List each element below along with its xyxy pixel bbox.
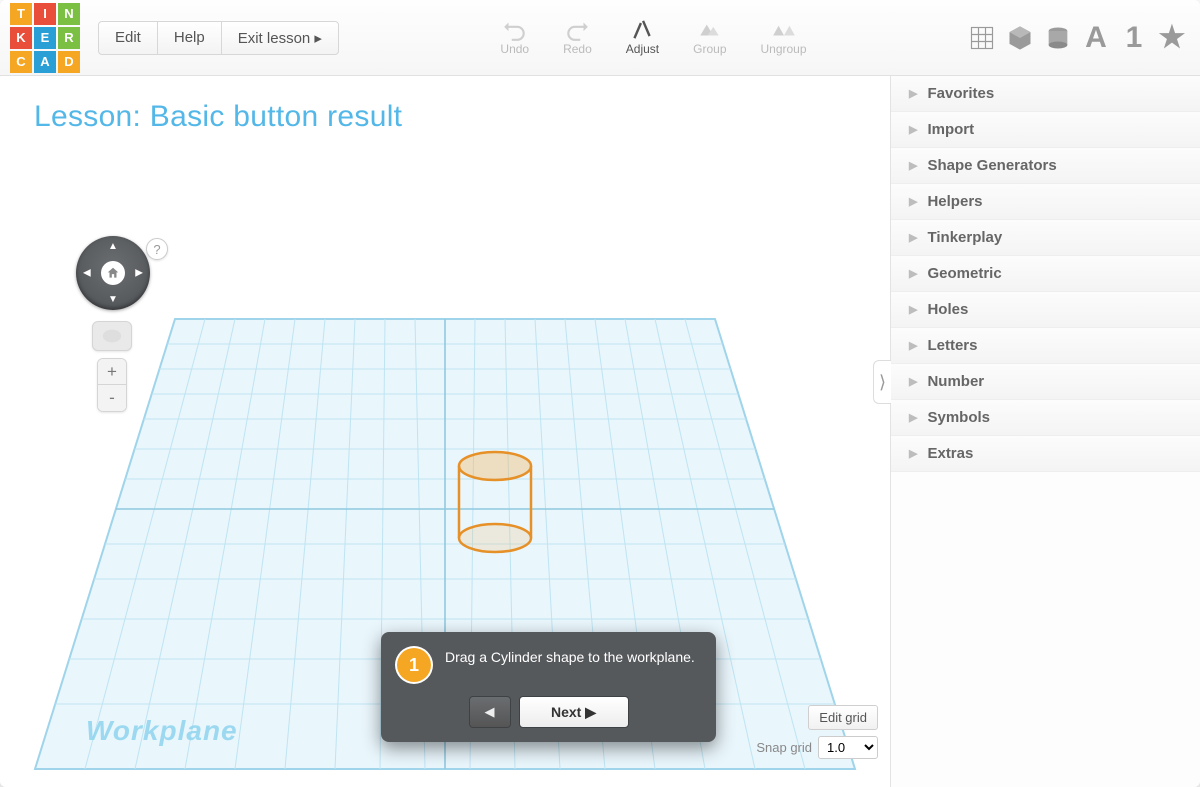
- logo-letter: T: [10, 3, 32, 25]
- shape-panel: ⟩ ▶Favorites▶Import▶Shape Generators▶Hel…: [890, 76, 1200, 787]
- orbit-navigator[interactable]: ▲ ▼ ◀ ▶: [76, 236, 150, 310]
- category-label: Favorites: [927, 85, 994, 102]
- category-letters[interactable]: ▶ Letters: [891, 328, 1200, 364]
- cube-tool-icon[interactable]: [1006, 24, 1034, 52]
- top-toolbar: T I N K E R C A D Edit Help Exit lesson …: [0, 0, 1200, 76]
- category-extras[interactable]: ▶ Extras: [891, 436, 1200, 472]
- home-view-button[interactable]: [101, 261, 125, 285]
- snap-grid-select[interactable]: 1.0: [818, 736, 878, 759]
- undo-icon: [502, 16, 528, 42]
- category-tinkerplay[interactable]: ▶ Tinkerplay: [891, 220, 1200, 256]
- expand-icon: ▶: [909, 195, 917, 208]
- redo-icon: [564, 16, 590, 42]
- logo-letter: C: [10, 51, 32, 73]
- tinkercad-logo[interactable]: T I N K E R C A D: [10, 3, 80, 73]
- tutorial-prev-button[interactable]: ◀: [469, 696, 511, 728]
- orbit-left-icon[interactable]: ◀: [83, 268, 91, 279]
- edit-menu-button[interactable]: Edit: [98, 21, 158, 55]
- expand-icon: ▶: [909, 87, 917, 100]
- logo-letter: N: [58, 3, 80, 25]
- category-number[interactable]: ▶ Number: [891, 364, 1200, 400]
- orbit-up-icon[interactable]: ▲: [108, 241, 118, 252]
- category-label: Geometric: [927, 265, 1001, 282]
- lesson-title: Lesson: Basic button result: [0, 76, 890, 134]
- logo-letter: A: [34, 51, 56, 73]
- workplane-label: Workplane: [86, 715, 238, 747]
- tutorial-next-button[interactable]: Next ▶: [519, 696, 629, 728]
- adjust-button[interactable]: Adjust: [626, 16, 659, 56]
- panel-collapse-button[interactable]: ⟩: [873, 360, 891, 404]
- expand-icon: ▶: [909, 267, 917, 280]
- tutorial-popup: 1 Drag a Cylinder shape to the workplane…: [381, 632, 716, 742]
- center-tools: Undo Redo Adjust Group Ungroup: [500, 16, 806, 60]
- category-label: Shape Generators: [927, 157, 1056, 174]
- undo-button[interactable]: Undo: [500, 16, 529, 56]
- orbit-right-icon[interactable]: ▶: [135, 268, 143, 279]
- category-holes[interactable]: ▶ Holes: [891, 292, 1200, 328]
- logo-letter: K: [10, 27, 32, 49]
- expand-icon: ▶: [909, 339, 917, 352]
- cylinder-tool-icon[interactable]: [1044, 24, 1072, 52]
- adjust-label: Adjust: [626, 42, 659, 56]
- expand-icon: ▶: [909, 303, 917, 316]
- undo-label: Undo: [500, 42, 529, 56]
- expand-icon: ▶: [909, 231, 917, 244]
- ungroup-label: Ungroup: [761, 42, 807, 56]
- expand-icon: ▶: [909, 123, 917, 136]
- category-label: Letters: [927, 337, 977, 354]
- category-list: ▶ Favorites ▶ Import ▶ Shape Generators ▶ Helpe…: [891, 76, 1200, 472]
- main-menu: Edit Help Exit lesson ▸: [98, 21, 339, 55]
- cylinder-shape[interactable]: [455, 450, 535, 558]
- home-icon: [106, 266, 120, 280]
- ungroup-icon: [771, 16, 797, 42]
- expand-icon: ▶: [909, 375, 917, 388]
- star-tool-icon[interactable]: ★: [1158, 24, 1186, 52]
- category-label: Symbols: [927, 409, 990, 426]
- logo-letter: D: [58, 51, 80, 73]
- workplane-tool-icon[interactable]: [968, 24, 996, 52]
- category-helpers[interactable]: ▶ Helpers: [891, 184, 1200, 220]
- main-area: Lesson: Basic button result ? ▲ ▼ ◀ ▶ + …: [0, 76, 1200, 787]
- expand-icon: ▶: [909, 447, 917, 460]
- ungroup-button[interactable]: Ungroup: [761, 16, 807, 56]
- category-label: Extras: [927, 445, 973, 462]
- expand-icon: ▶: [909, 411, 917, 424]
- help-bubble[interactable]: ?: [146, 238, 168, 260]
- category-label: Helpers: [927, 193, 982, 210]
- category-label: Tinkerplay: [927, 229, 1002, 246]
- category-favorites[interactable]: ▶ Favorites: [891, 76, 1200, 112]
- tutorial-text: Drag a Cylinder shape to the workplane.: [445, 648, 695, 667]
- logo-letter: I: [34, 3, 56, 25]
- group-button[interactable]: Group: [693, 16, 726, 56]
- category-symbols[interactable]: ▶ Symbols: [891, 400, 1200, 436]
- expand-icon: ▶: [909, 159, 917, 172]
- logo-letter: R: [58, 27, 80, 49]
- letter-tool-icon[interactable]: A: [1082, 24, 1110, 52]
- tutorial-step-badge: 1: [397, 648, 431, 682]
- app-window: T I N K E R C A D Edit Help Exit lesson …: [0, 0, 1200, 787]
- adjust-icon: [629, 16, 655, 42]
- right-toolbar: A 1 ★: [968, 24, 1186, 52]
- group-label: Group: [693, 42, 726, 56]
- help-menu-button[interactable]: Help: [157, 21, 222, 55]
- category-shape-generators[interactable]: ▶ Shape Generators: [891, 148, 1200, 184]
- grid-controls: Edit grid Snap grid 1.0: [756, 705, 878, 759]
- category-label: Holes: [927, 301, 968, 318]
- logo-letter: E: [34, 27, 56, 49]
- exit-lesson-button[interactable]: Exit lesson ▸: [221, 21, 339, 55]
- category-label: Import: [927, 121, 974, 138]
- snap-grid-label: Snap grid: [756, 740, 812, 755]
- redo-button[interactable]: Redo: [563, 16, 592, 56]
- canvas-panel[interactable]: Lesson: Basic button result ? ▲ ▼ ◀ ▶ + …: [0, 76, 890, 787]
- category-geometric[interactable]: ▶ Geometric: [891, 256, 1200, 292]
- category-label: Number: [927, 373, 984, 390]
- category-import[interactable]: ▶ Import: [891, 112, 1200, 148]
- edit-grid-button[interactable]: Edit grid: [808, 705, 878, 730]
- number-tool-icon[interactable]: 1: [1120, 24, 1148, 52]
- redo-label: Redo: [563, 42, 592, 56]
- orbit-down-icon[interactable]: ▼: [108, 294, 118, 305]
- group-icon: [697, 16, 723, 42]
